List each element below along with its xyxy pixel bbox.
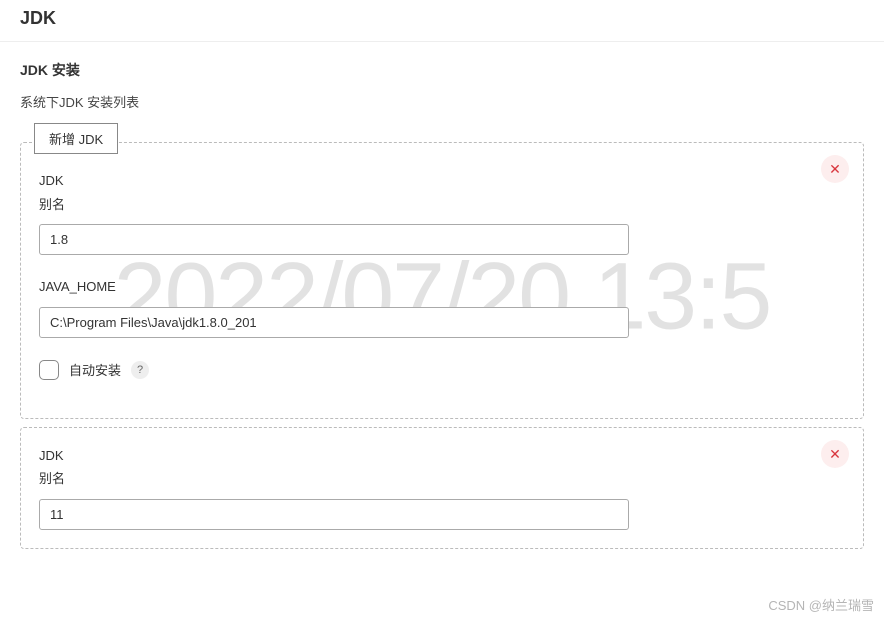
add-jdk-button[interactable]: 新增 JDK — [34, 123, 118, 154]
page-title: JDK — [0, 0, 884, 42]
attribution-text: CSDN @纳兰瑞雪 — [768, 595, 874, 614]
section-heading: JDK 安装 — [20, 60, 864, 80]
section-description: 系统下JDK 安装列表 — [20, 92, 864, 111]
jdk-entry-block: ✕ JDK 别名 — [20, 427, 864, 549]
jdk-alias-input[interactable] — [39, 224, 629, 255]
auto-install-label: 自动安装 — [69, 360, 121, 379]
java-home-input[interactable] — [39, 307, 629, 338]
alias-label-line2: 别名 — [39, 469, 845, 489]
remove-jdk-button[interactable]: ✕ — [821, 155, 849, 183]
alias-label-line1: JDK — [39, 171, 845, 191]
remove-jdk-button[interactable]: ✕ — [821, 440, 849, 468]
jdk-entry-block: ✕ JDK 别名 JAVA_HOME 自动安装 ? — [20, 142, 864, 419]
close-icon: ✕ — [829, 162, 841, 176]
alias-label-line1: JDK — [39, 446, 845, 466]
alias-label-line2: 别名 — [39, 195, 845, 215]
jdk-alias-input[interactable] — [39, 499, 629, 530]
java-home-label: JAVA_HOME — [39, 277, 845, 297]
help-icon[interactable]: ? — [131, 361, 149, 379]
auto-install-checkbox[interactable] — [39, 360, 59, 380]
close-icon: ✕ — [829, 447, 841, 461]
